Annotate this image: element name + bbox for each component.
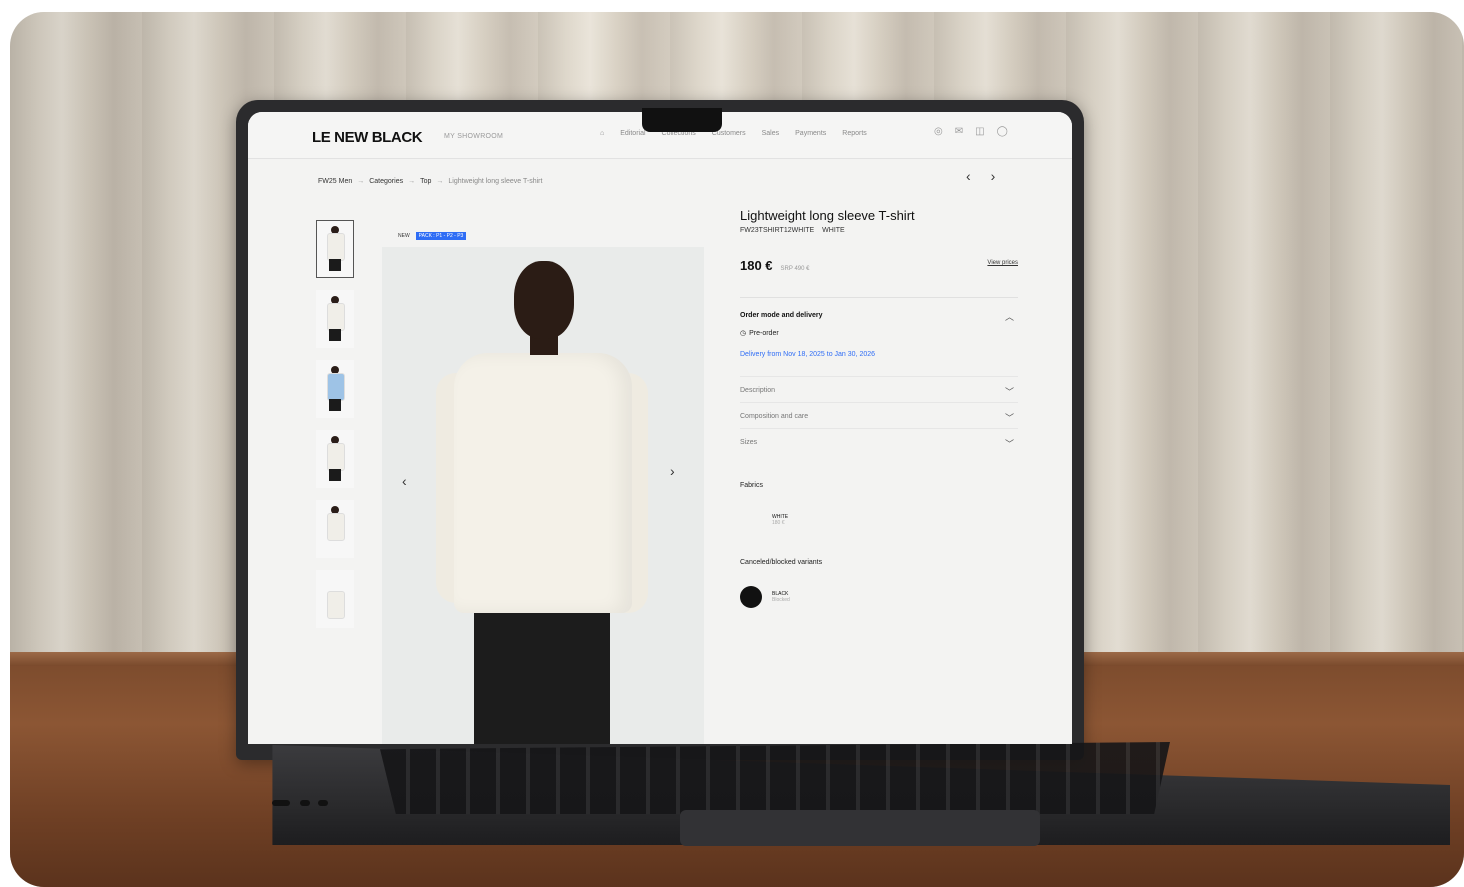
thumbnail[interactable]	[316, 360, 354, 418]
port-usbc	[318, 800, 328, 806]
accordion-label: Sizes	[740, 439, 758, 446]
wholesale-price: 180 €	[740, 258, 773, 273]
blocked-variant[interactable]: BLACK Blocked	[740, 586, 1018, 608]
accordion-label: Composition and care	[740, 413, 809, 420]
laptop-screen: LE NEW BLACK MY SHOWROOM ⌂ Editorial Col…	[248, 112, 1072, 744]
image-next-chevron-icon[interactable]: ›	[670, 463, 675, 479]
thumbnail[interactable]	[316, 570, 354, 628]
nav-editorial[interactable]: Editorial	[620, 130, 645, 137]
accordion-composition[interactable]: Composition and care ﹀	[740, 402, 1018, 428]
product-sku: FW23TSHIRT12WHITE	[740, 227, 815, 234]
image-prev-chevron-icon[interactable]: ‹	[402, 473, 407, 489]
preorder-row: ◷ Pre-order	[740, 329, 1018, 338]
variant-price: 180 €	[772, 520, 785, 526]
variant-status: Blocked	[772, 597, 790, 603]
pack-badge: PACK : P1 - P2 - P3	[415, 232, 467, 240]
port-usbc	[300, 800, 310, 806]
accordion-description[interactable]: Description ﹀	[740, 376, 1018, 402]
showroom-label: MY SHOWROOM	[444, 133, 504, 140]
product-badges: NEW PACK : P1 - P2 - P3	[398, 232, 467, 240]
nav-payments[interactable]: Payments	[795, 130, 826, 137]
breadcrumb-season[interactable]: FW25 Men	[318, 178, 352, 185]
price-row: 180 € SRP 490 € View prices	[740, 258, 1018, 273]
order-mode-title: Order mode and delivery	[740, 312, 823, 319]
nav-reports[interactable]: Reports	[842, 130, 867, 137]
port-magsafe	[272, 800, 290, 806]
chevron-down-icon: ﹀	[1004, 439, 1014, 449]
nav-icons: ◎ ✉ ◫ ◯	[934, 126, 1008, 137]
home-icon[interactable]: ⌂	[600, 130, 604, 137]
product-title: Lightweight long sleeve T-shirt	[740, 208, 915, 223]
next-product-chevron-icon[interactable]: ›	[991, 168, 996, 184]
thumbnail[interactable]	[316, 430, 354, 488]
chevron-down-icon: ﹀	[1004, 387, 1014, 397]
delivery-window: Delivery from Nov 18, 2025 to Jan 30, 20…	[740, 351, 876, 358]
mail-icon[interactable]: ✉	[955, 126, 963, 137]
product-detail-panel: Lightweight long sleeve T-shirt FW23TSHI…	[740, 208, 1018, 608]
color-swatch	[740, 586, 762, 608]
thumbnail[interactable]	[316, 290, 354, 348]
breadcrumb-current: Lightweight long sleeve T-shirt	[448, 178, 543, 185]
camera-notch	[642, 108, 722, 132]
main-nav: ⌂ Editorial Collections Customers Sales …	[600, 130, 867, 137]
user-icon[interactable]: ◯	[997, 126, 1008, 137]
laptop-keyboard	[380, 742, 1170, 814]
view-prices-link[interactable]: View prices	[987, 260, 1018, 266]
breadcrumb-top[interactable]: Top	[420, 178, 431, 185]
color-swatch	[740, 509, 762, 531]
chevron-down-icon: ﹀	[1004, 413, 1014, 423]
thumbnail-list	[316, 220, 356, 640]
breadcrumb: FW25 Men → Categories → Top → Lightweigh…	[318, 178, 542, 185]
fabrics-title: Fabrics	[740, 482, 763, 489]
accordion-sizes[interactable]: Sizes ﹀	[740, 428, 1018, 454]
thumbnail[interactable]	[316, 220, 354, 278]
product-pager: ‹ ›	[966, 168, 995, 184]
accordion-list: Description ﹀ Composition and care ﹀ Siz…	[740, 376, 1018, 454]
product-color: WHITE	[822, 227, 845, 234]
laptop-trackpad	[680, 810, 1040, 846]
product-sku-row: FW23TSHIRT12WHITE WHITE	[740, 227, 1018, 234]
product-main-image: ‹ ›	[382, 247, 704, 744]
blocked-variants-title: Canceled/blocked variants	[740, 559, 823, 566]
order-mode: Pre-order	[749, 329, 779, 337]
bag-icon[interactable]: ◫	[975, 126, 984, 137]
srp-price: SRP 490 €	[780, 266, 810, 272]
order-mode-section[interactable]: Order mode and delivery ︿ ◷ Pre-order De…	[740, 297, 1018, 358]
breadcrumb-separator: →	[357, 178, 365, 185]
clock-icon: ◷	[740, 330, 747, 337]
brand-logo[interactable]: LE NEW BLACK	[312, 129, 423, 146]
breadcrumb-categories[interactable]: Categories	[369, 178, 403, 185]
new-badge: NEW	[398, 233, 410, 239]
chevron-up-icon[interactable]: ︿	[1005, 310, 1014, 323]
globe-icon[interactable]: ◎	[934, 126, 943, 137]
nav-sales[interactable]: Sales	[762, 130, 780, 137]
thumbnail[interactable]	[316, 500, 354, 558]
breadcrumb-separator: →	[436, 178, 444, 185]
previous-product-chevron-icon[interactable]: ‹	[966, 168, 971, 184]
fabric-variant[interactable]: WHITE 180 €	[740, 509, 1018, 531]
breadcrumb-separator: →	[408, 178, 416, 185]
accordion-label: Description	[740, 387, 776, 394]
